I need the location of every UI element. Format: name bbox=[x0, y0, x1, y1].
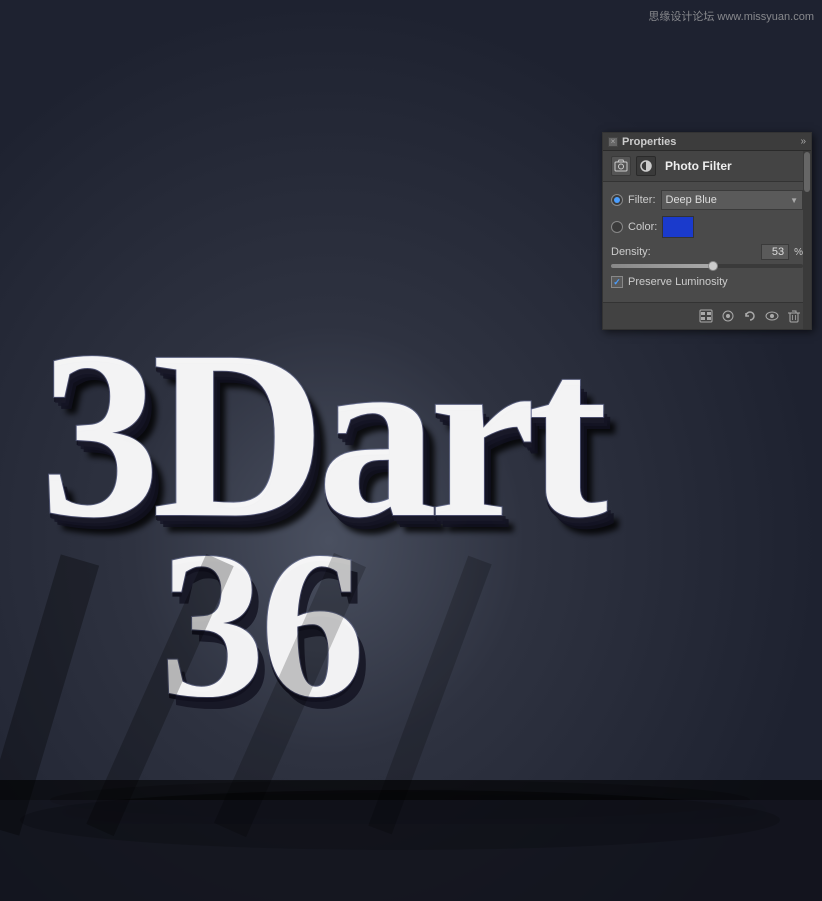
panel-icon-header: Photo Filter bbox=[603, 151, 811, 182]
eye-icon bbox=[765, 309, 779, 323]
reset-button[interactable] bbox=[741, 307, 759, 325]
canvas-area: 思缘设计论坛 www.missyuan.com bbox=[0, 0, 822, 901]
panel-titlebar: × Properties » bbox=[603, 133, 811, 151]
trash-icon bbox=[787, 309, 801, 323]
panel-title-left: × Properties bbox=[608, 136, 676, 148]
panel-collapse-button[interactable]: » bbox=[800, 136, 806, 147]
density-value[interactable]: 53 bbox=[761, 244, 789, 260]
color-row: Color: bbox=[611, 216, 803, 238]
add-layer-button[interactable] bbox=[697, 307, 715, 325]
properties-panel: × Properties » bbox=[602, 132, 812, 330]
color-label: Color: bbox=[628, 221, 657, 233]
link-button[interactable] bbox=[719, 307, 737, 325]
density-label: Density: bbox=[611, 246, 651, 258]
filter-title: Photo Filter bbox=[665, 159, 732, 173]
delete-button[interactable] bbox=[785, 307, 803, 325]
dropdown-arrow-icon: ▼ bbox=[790, 196, 798, 205]
density-slider-thumb[interactable] bbox=[708, 261, 718, 271]
filter-selected-value: Deep Blue bbox=[666, 194, 717, 206]
visibility-button[interactable] bbox=[763, 307, 781, 325]
filter-label: Filter: bbox=[628, 194, 656, 206]
watermark: 思缘设计论坛 www.missyuan.com bbox=[648, 8, 814, 24]
density-percent: % bbox=[794, 247, 803, 258]
color-swatch[interactable] bbox=[662, 216, 694, 238]
add-layer-icon bbox=[699, 309, 713, 323]
camera-icon bbox=[614, 159, 628, 173]
panel-title-text: Properties bbox=[622, 136, 676, 148]
density-slider-track[interactable] bbox=[611, 264, 803, 268]
filter-radio-button[interactable] bbox=[611, 194, 623, 206]
panel-content: Filter: Deep Blue ▼ Color: Density: 53 % bbox=[603, 182, 811, 302]
preserve-luminosity-checkbox[interactable] bbox=[611, 276, 623, 288]
filter-dropdown[interactable]: Deep Blue ▼ bbox=[661, 190, 804, 210]
panel-footer bbox=[603, 302, 811, 329]
filter-row: Filter: Deep Blue ▼ bbox=[611, 190, 803, 210]
density-slider-fill bbox=[611, 264, 713, 268]
color-radio-button[interactable] bbox=[611, 221, 623, 233]
density-row: Density: 53 % bbox=[611, 244, 803, 260]
link-icon bbox=[721, 309, 735, 323]
panel-adjustment-icon-button[interactable] bbox=[636, 156, 656, 176]
panel-scrollbar[interactable] bbox=[803, 151, 811, 329]
panel-scrollbar-thumb[interactable] bbox=[804, 152, 810, 192]
preserve-luminosity-label: Preserve Luminosity bbox=[628, 276, 728, 288]
preserve-luminosity-row: Preserve Luminosity bbox=[611, 276, 803, 288]
circle-icon bbox=[639, 159, 653, 173]
reset-icon bbox=[743, 309, 757, 323]
panel-close-button[interactable]: × bbox=[608, 137, 618, 147]
panel-photo-icon-button[interactable] bbox=[611, 156, 631, 176]
